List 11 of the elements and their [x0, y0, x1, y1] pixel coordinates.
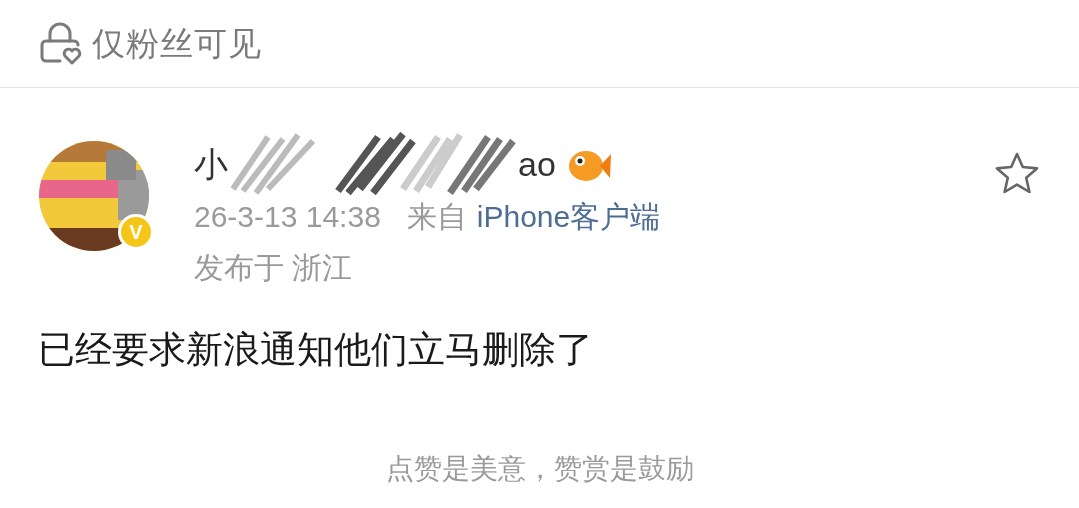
post-time: 26-3-13 14:38	[194, 199, 381, 235]
source-prefix: 来自	[406, 199, 467, 235]
visibility-label: 仅粉丝可见	[92, 23, 262, 64]
post-text: 已经要求新浪通知他们立马删除了	[37, 328, 594, 372]
source-link[interactable]: iPhone客户端	[476, 194, 661, 239]
footer-note: 点赞是美意，赞赏是鼓励	[384, 451, 695, 486]
lock-heart-icon	[38, 20, 84, 67]
verified-badge: V	[118, 214, 154, 250]
post-location: 发布于 浙江	[194, 250, 354, 286]
username[interactable]: ao	[518, 147, 556, 181]
username[interactable]: 小	[194, 147, 228, 181]
